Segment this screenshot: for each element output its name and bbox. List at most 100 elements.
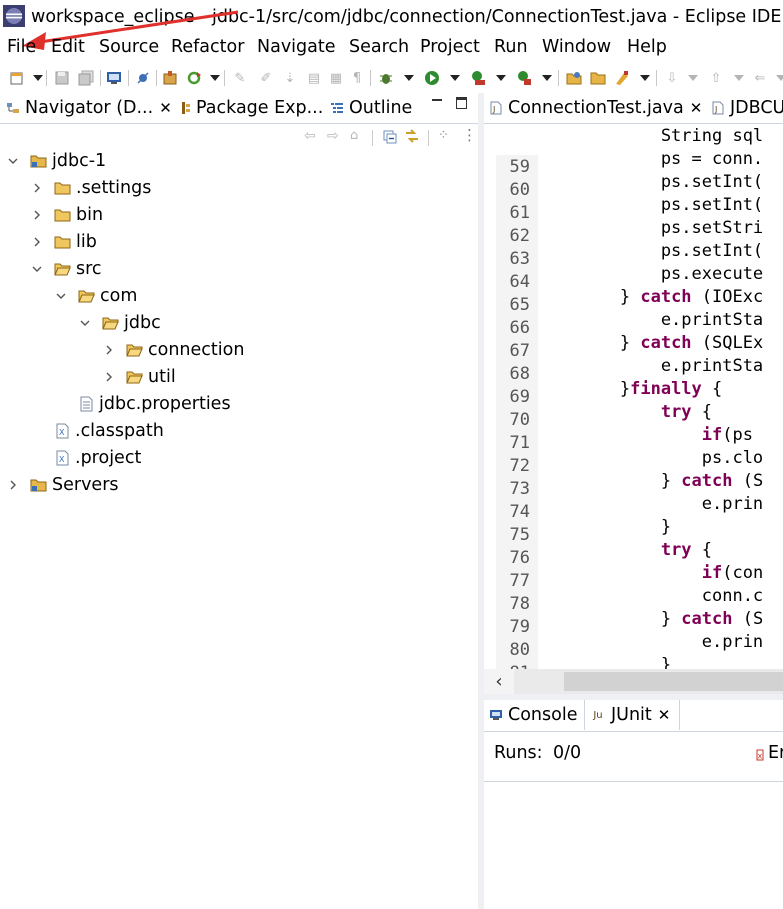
tab-outline[interactable]: Outline xyxy=(329,93,425,123)
new-dropdown-icon[interactable] xyxy=(33,75,43,81)
menu-help[interactable]: Help xyxy=(627,37,667,57)
tree-item-src[interactable]: src xyxy=(32,255,102,282)
tree-item-lib[interactable]: lib xyxy=(32,228,97,255)
code-text-area[interactable]: String sql ps = conn. ps.setInt( ps.setI… xyxy=(538,124,783,669)
navigator-panel: Navigator (D... ✕ Package Exp... Outline… xyxy=(0,93,478,909)
up-folder-icon[interactable]: ⌂ xyxy=(350,128,358,143)
pilcrow-icon[interactable]: ¶ xyxy=(350,70,364,86)
tree-item-connection[interactable]: connection xyxy=(104,336,244,363)
tab-jdbcutils[interactable]: J JDBCU xyxy=(706,93,783,123)
chevron-right-icon[interactable] xyxy=(104,372,114,382)
terminal-icon[interactable] xyxy=(106,70,122,86)
chevron-right-icon[interactable] xyxy=(32,183,42,193)
refresh-dropdown-icon[interactable] xyxy=(210,75,220,81)
tree-item-project-file[interactable]: X .project xyxy=(56,444,141,471)
tree-item-classpath[interactable]: X .classpath xyxy=(56,417,164,444)
close-icon[interactable]: ✕ xyxy=(658,706,671,724)
chevron-right-icon[interactable] xyxy=(8,480,18,490)
debug-dropdown-icon[interactable] xyxy=(404,75,414,81)
tab-package-explorer[interactable]: Package Exp... xyxy=(180,93,323,123)
line-number: 71 xyxy=(509,433,530,453)
code-text: e.prin xyxy=(538,494,764,514)
open-folder-icon[interactable] xyxy=(590,70,606,86)
run-icon[interactable] xyxy=(424,70,440,86)
svg-text:J: J xyxy=(714,105,717,114)
prev-edit-dropdown-icon[interactable] xyxy=(734,75,744,81)
tab-navigator[interactable]: Navigator (D... ✕ xyxy=(0,93,179,123)
next-edit-icon[interactable]: ⇩ xyxy=(664,70,680,86)
menu-project[interactable]: Project xyxy=(420,37,480,57)
tree-item-util[interactable]: util xyxy=(104,363,176,390)
menu-search[interactable]: Search xyxy=(349,37,409,57)
new-icon[interactable] xyxy=(8,70,26,86)
coverage-icon[interactable] xyxy=(470,70,486,86)
next-edit-dropdown-icon[interactable] xyxy=(688,75,698,81)
code-line: try { xyxy=(538,402,712,425)
minimize-icon[interactable] xyxy=(432,99,442,101)
title-bar: workspace_eclipse - jdbc-1/src/com/jdbc/… xyxy=(0,0,783,35)
chevron-right-icon[interactable] xyxy=(32,237,42,247)
code-text: (ps xyxy=(722,425,753,445)
external-tools-dropdown-icon[interactable] xyxy=(542,75,552,81)
pin-icon[interactable]: ✎ xyxy=(232,70,248,86)
menu-source[interactable]: Source xyxy=(99,37,159,57)
back-dropdown-icon[interactable] xyxy=(776,75,783,81)
line-number: 69 xyxy=(509,387,530,407)
close-icon[interactable]: ✕ xyxy=(690,99,703,117)
editor-tab-bar: J ConnectionTest.java ✕ J JDBCU xyxy=(484,93,783,124)
tree-item-jdbc[interactable]: jdbc xyxy=(80,309,161,336)
tab-connectiontest[interactable]: J ConnectionTest.java ✕ xyxy=(484,93,708,123)
tree-item-com[interactable]: com xyxy=(56,282,137,309)
chevron-right-icon[interactable] xyxy=(104,345,114,355)
collapse-all-icon[interactable] xyxy=(383,129,397,148)
menu-file[interactable]: File xyxy=(7,37,36,57)
menu-run[interactable]: Run xyxy=(494,37,528,57)
chevron-down-icon[interactable] xyxy=(8,156,18,166)
open-type-icon[interactable] xyxy=(566,70,582,86)
horizontal-scrollbar[interactable]: ‹ xyxy=(484,669,783,694)
chevron-right-icon[interactable] xyxy=(32,210,42,220)
menu-refactor[interactable]: Refactor xyxy=(171,37,244,57)
view-menu-icon[interactable]: ⋮ xyxy=(462,126,477,144)
block-icon[interactable]: ▦ xyxy=(328,70,344,86)
run-dropdown-icon[interactable] xyxy=(450,75,460,81)
forward-arrow-icon[interactable]: ⇨ xyxy=(327,128,339,144)
mark-icon[interactable]: ✐ xyxy=(258,70,274,86)
line-number: 70 xyxy=(509,410,530,430)
toggle-icon[interactable]: ▤ xyxy=(306,70,322,86)
tree-item-settings[interactable]: .settings xyxy=(32,174,151,201)
save-icon[interactable] xyxy=(54,70,70,86)
tree-item-servers[interactable]: Servers xyxy=(8,471,119,498)
back-arrow-icon[interactable]: ⇦ xyxy=(304,128,316,144)
tree-item-properties[interactable]: jdbc.properties xyxy=(80,390,231,417)
chevron-down-icon[interactable] xyxy=(56,291,66,301)
link-with-editor-icon[interactable] xyxy=(404,128,420,148)
tree-item-bin[interactable]: bin xyxy=(32,201,103,228)
filter-icon[interactable]: ⁘ xyxy=(438,128,449,143)
coverage-dropdown-icon[interactable] xyxy=(496,75,506,81)
menu-window[interactable]: Window xyxy=(542,37,611,57)
close-icon[interactable]: ✕ xyxy=(159,99,172,117)
tree-item-project[interactable]: jdbc-1 xyxy=(8,147,106,174)
maximize-icon[interactable] xyxy=(456,97,467,109)
prev-edit-icon[interactable]: ⇧ xyxy=(708,70,724,86)
menu-edit[interactable]: Edit xyxy=(51,37,85,57)
tree-item-label: .project xyxy=(75,447,142,468)
task-dropdown-icon[interactable] xyxy=(640,75,650,81)
menu-navigate[interactable]: Navigate xyxy=(257,37,336,57)
chevron-down-icon[interactable] xyxy=(32,264,42,274)
debug-icon[interactable] xyxy=(378,70,394,86)
tab-junit[interactable]: Ju JUnit ✕ xyxy=(584,700,680,730)
refresh-icon[interactable] xyxy=(186,70,202,86)
scrollbar-thumb[interactable] xyxy=(564,672,783,691)
back-icon[interactable]: ⇐ xyxy=(752,70,768,86)
save-all-icon[interactable] xyxy=(78,70,94,86)
external-tools-icon[interactable] xyxy=(516,70,532,86)
package-icon[interactable] xyxy=(162,70,178,86)
chevron-down-icon[interactable] xyxy=(80,318,90,328)
task-icon[interactable] xyxy=(614,70,630,86)
tab-console[interactable]: Console xyxy=(488,700,580,730)
scroll-left-icon[interactable]: ‹ xyxy=(484,669,514,694)
next-annotation-icon[interactable]: ⇣ xyxy=(282,70,298,86)
skip-breakpoints-icon[interactable] xyxy=(135,70,151,86)
